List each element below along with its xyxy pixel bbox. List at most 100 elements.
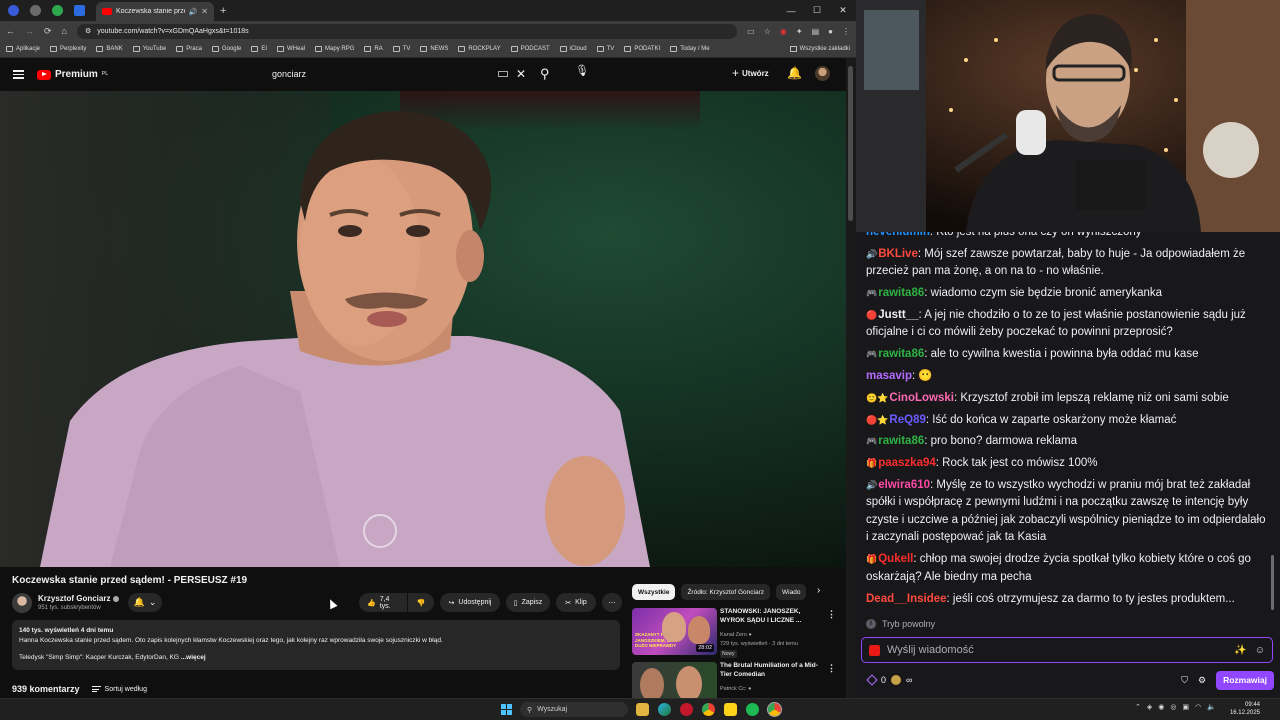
- bookmark-item[interactable]: Today / Me: [670, 46, 710, 52]
- chip-all[interactable]: Wszystkie: [632, 584, 676, 600]
- chat-username[interactable]: Qukell: [878, 553, 913, 565]
- omnibox[interactable]: ⚙ youtube.com/watch?v=xGDmQAaHgxs&t=1018…: [76, 23, 738, 39]
- bookmark-item[interactable]: TV: [392, 46, 410, 52]
- tab-active[interactable]: Koczewska stanie przed sąd... 🔊 ✕: [96, 2, 214, 21]
- chat-username[interactable]: rawita86: [878, 287, 924, 299]
- chat-scrollbar[interactable]: [1271, 555, 1274, 610]
- description-more-link[interactable]: ...więcej: [181, 654, 206, 661]
- chat-username[interactable]: rawita86: [878, 348, 924, 360]
- sort-button[interactable]: Sortuj według: [91, 686, 147, 693]
- clear-search-icon[interactable]: ✕: [516, 67, 526, 81]
- save-button[interactable]: ▯ Zapisz: [506, 593, 550, 612]
- channel-avatar[interactable]: [12, 593, 32, 613]
- notifications-bell-icon[interactable]: 🔔: [787, 66, 802, 80]
- description-box[interactable]: 140 tys. wyświetleń 4 dni temu Hanna Koc…: [12, 620, 620, 670]
- bookmark-item[interactable]: RA: [364, 46, 383, 52]
- back-icon[interactable]: ←: [6, 26, 15, 36]
- menu-hamburger-icon[interactable]: [13, 70, 24, 79]
- chip-news[interactable]: Wiado: [776, 584, 807, 600]
- bookmark-item[interactable]: iCloud: [559, 46, 587, 52]
- pinned-tab-2[interactable]: [26, 2, 44, 20]
- chat-username[interactable]: CinoLowski: [889, 392, 954, 404]
- chevron-right-icon[interactable]: ›: [817, 585, 820, 596]
- new-tab-icon[interactable]: +: [220, 5, 226, 17]
- close-window-icon[interactable]: ✕: [830, 5, 856, 16]
- clock[interactable]: 09:44 16.12.2025: [1228, 701, 1260, 717]
- chat-username[interactable]: Dead__Insidee: [866, 593, 947, 605]
- dislike-button[interactable]: 👎: [408, 593, 434, 612]
- home-icon[interactable]: ⌂: [62, 26, 67, 36]
- bookmark-item[interactable]: WHeal: [277, 46, 305, 52]
- youtube-logo[interactable]: Premium PL: [37, 69, 108, 80]
- bookmark-item[interactable]: PODATKI: [624, 46, 660, 52]
- all-bookmarks[interactable]: Wszystkie zakładki: [789, 46, 850, 52]
- bookmark-item[interactable]: ROCKPLAY: [458, 46, 501, 52]
- extensions-puzzle-icon[interactable]: ✦: [796, 27, 803, 36]
- tray-app-icon[interactable]: ◈: [1147, 703, 1152, 711]
- send-chat-button[interactable]: Rozmawiaj: [1216, 670, 1274, 690]
- reload-icon[interactable]: ⟳: [44, 26, 52, 37]
- more-dots-icon[interactable]: ⋮: [827, 663, 836, 674]
- chat-username[interactable]: masavip: [866, 370, 912, 382]
- channel-name[interactable]: Krzysztof Gonciarz: [38, 594, 120, 603]
- chat-input[interactable]: Wyślij wiadomość ✨ ☺: [861, 637, 1273, 663]
- pinned-tab-4[interactable]: [70, 2, 88, 20]
- clip-button[interactable]: ✂ Klip: [556, 593, 596, 612]
- bookmark-item[interactable]: EI: [251, 46, 267, 52]
- bookmark-item[interactable]: NEWS: [420, 46, 448, 52]
- close-tab-icon[interactable]: ✕: [201, 7, 208, 16]
- bookmark-item[interactable]: BANK: [96, 46, 123, 52]
- more-actions-button[interactable]: ⋯: [602, 593, 622, 612]
- chat-username[interactable]: elwira610: [878, 479, 930, 491]
- mic-icon[interactable]: 🎙: [574, 64, 590, 80]
- extension-icon[interactable]: ◉: [780, 27, 787, 36]
- account-avatar[interactable]: [815, 66, 830, 81]
- bookmark-star-icon[interactable]: ☆: [764, 27, 771, 36]
- profile-icon[interactable]: ●: [828, 27, 833, 36]
- tray-app-icon[interactable]: ◎: [1170, 703, 1176, 711]
- emote-icon[interactable]: ☺: [1255, 645, 1265, 656]
- magic-icon[interactable]: ✨: [1234, 645, 1246, 656]
- bookmark-item[interactable]: Mapy RPG: [315, 46, 354, 52]
- chip-source[interactable]: Źródło: Krzysztof Gonciarz: [681, 584, 771, 600]
- volume-icon[interactable]: 🔈: [1207, 703, 1216, 711]
- pinned-tab-1[interactable]: [4, 2, 22, 20]
- pinned-tab-3[interactable]: [48, 2, 66, 20]
- chat-username[interactable]: paaszka94: [878, 457, 936, 469]
- chrome-icon[interactable]: [702, 703, 715, 716]
- chat-username[interactable]: neveniumin: [866, 232, 930, 238]
- wifi-icon[interactable]: ◠: [1195, 703, 1201, 711]
- more-dots-icon[interactable]: ⋮: [827, 609, 836, 620]
- bookmark-item[interactable]: TV: [596, 46, 614, 52]
- bookmark-item[interactable]: Praca: [176, 46, 202, 52]
- recommended-video-1[interactable]: SKAZANY? PROCES Z JANOSZKIEM, JEST DUŻO …: [632, 608, 838, 658]
- maximize-icon[interactable]: ☐: [804, 5, 830, 16]
- notes-icon[interactable]: [724, 703, 737, 716]
- cast-icon[interactable]: ▭: [747, 27, 755, 36]
- reading-list-icon[interactable]: ▤: [812, 27, 820, 36]
- chat-username[interactable]: BKLive: [878, 248, 918, 260]
- audio-icon[interactable]: 🔊: [189, 8, 198, 16]
- minimize-icon[interactable]: —: [778, 6, 804, 16]
- page-scrollbar[interactable]: [846, 58, 856, 698]
- bookmark-item[interactable]: YouTube: [132, 46, 166, 52]
- bookmark-item[interactable]: Aplikacje: [6, 46, 40, 52]
- video-player[interactable]: [0, 91, 846, 567]
- share-button[interactable]: ↪ Udostępnij: [440, 593, 500, 612]
- edge-icon[interactable]: [658, 703, 671, 716]
- tray-expand-icon[interactable]: ⌃: [1135, 703, 1141, 711]
- tray-app-icon[interactable]: ▣: [1182, 703, 1189, 711]
- chrome-profile-icon[interactable]: [767, 702, 782, 717]
- bookmark-item[interactable]: Perplexity: [50, 46, 86, 52]
- chat-username[interactable]: Justt__: [878, 309, 918, 321]
- site-info-icon[interactable]: ⚙: [85, 27, 91, 35]
- create-button[interactable]: + Utwórz: [732, 66, 769, 80]
- tray-app-icon[interactable]: ◉: [1158, 703, 1164, 711]
- recommended-thumbnail-1[interactable]: SKAZANY? PROCES Z JANOSZKIEM, JEST DUŻO …: [632, 608, 717, 655]
- menu-dots-icon[interactable]: ⋮: [842, 27, 850, 36]
- taskbar-search[interactable]: ⚲ Wyszukaj: [520, 702, 628, 717]
- like-button[interactable]: 👍 7,4 tys.: [359, 593, 407, 612]
- file-explorer-icon[interactable]: [636, 703, 649, 716]
- channel-points[interactable]: 0 ∞: [866, 674, 912, 686]
- chat-username[interactable]: ReQ89: [889, 414, 925, 426]
